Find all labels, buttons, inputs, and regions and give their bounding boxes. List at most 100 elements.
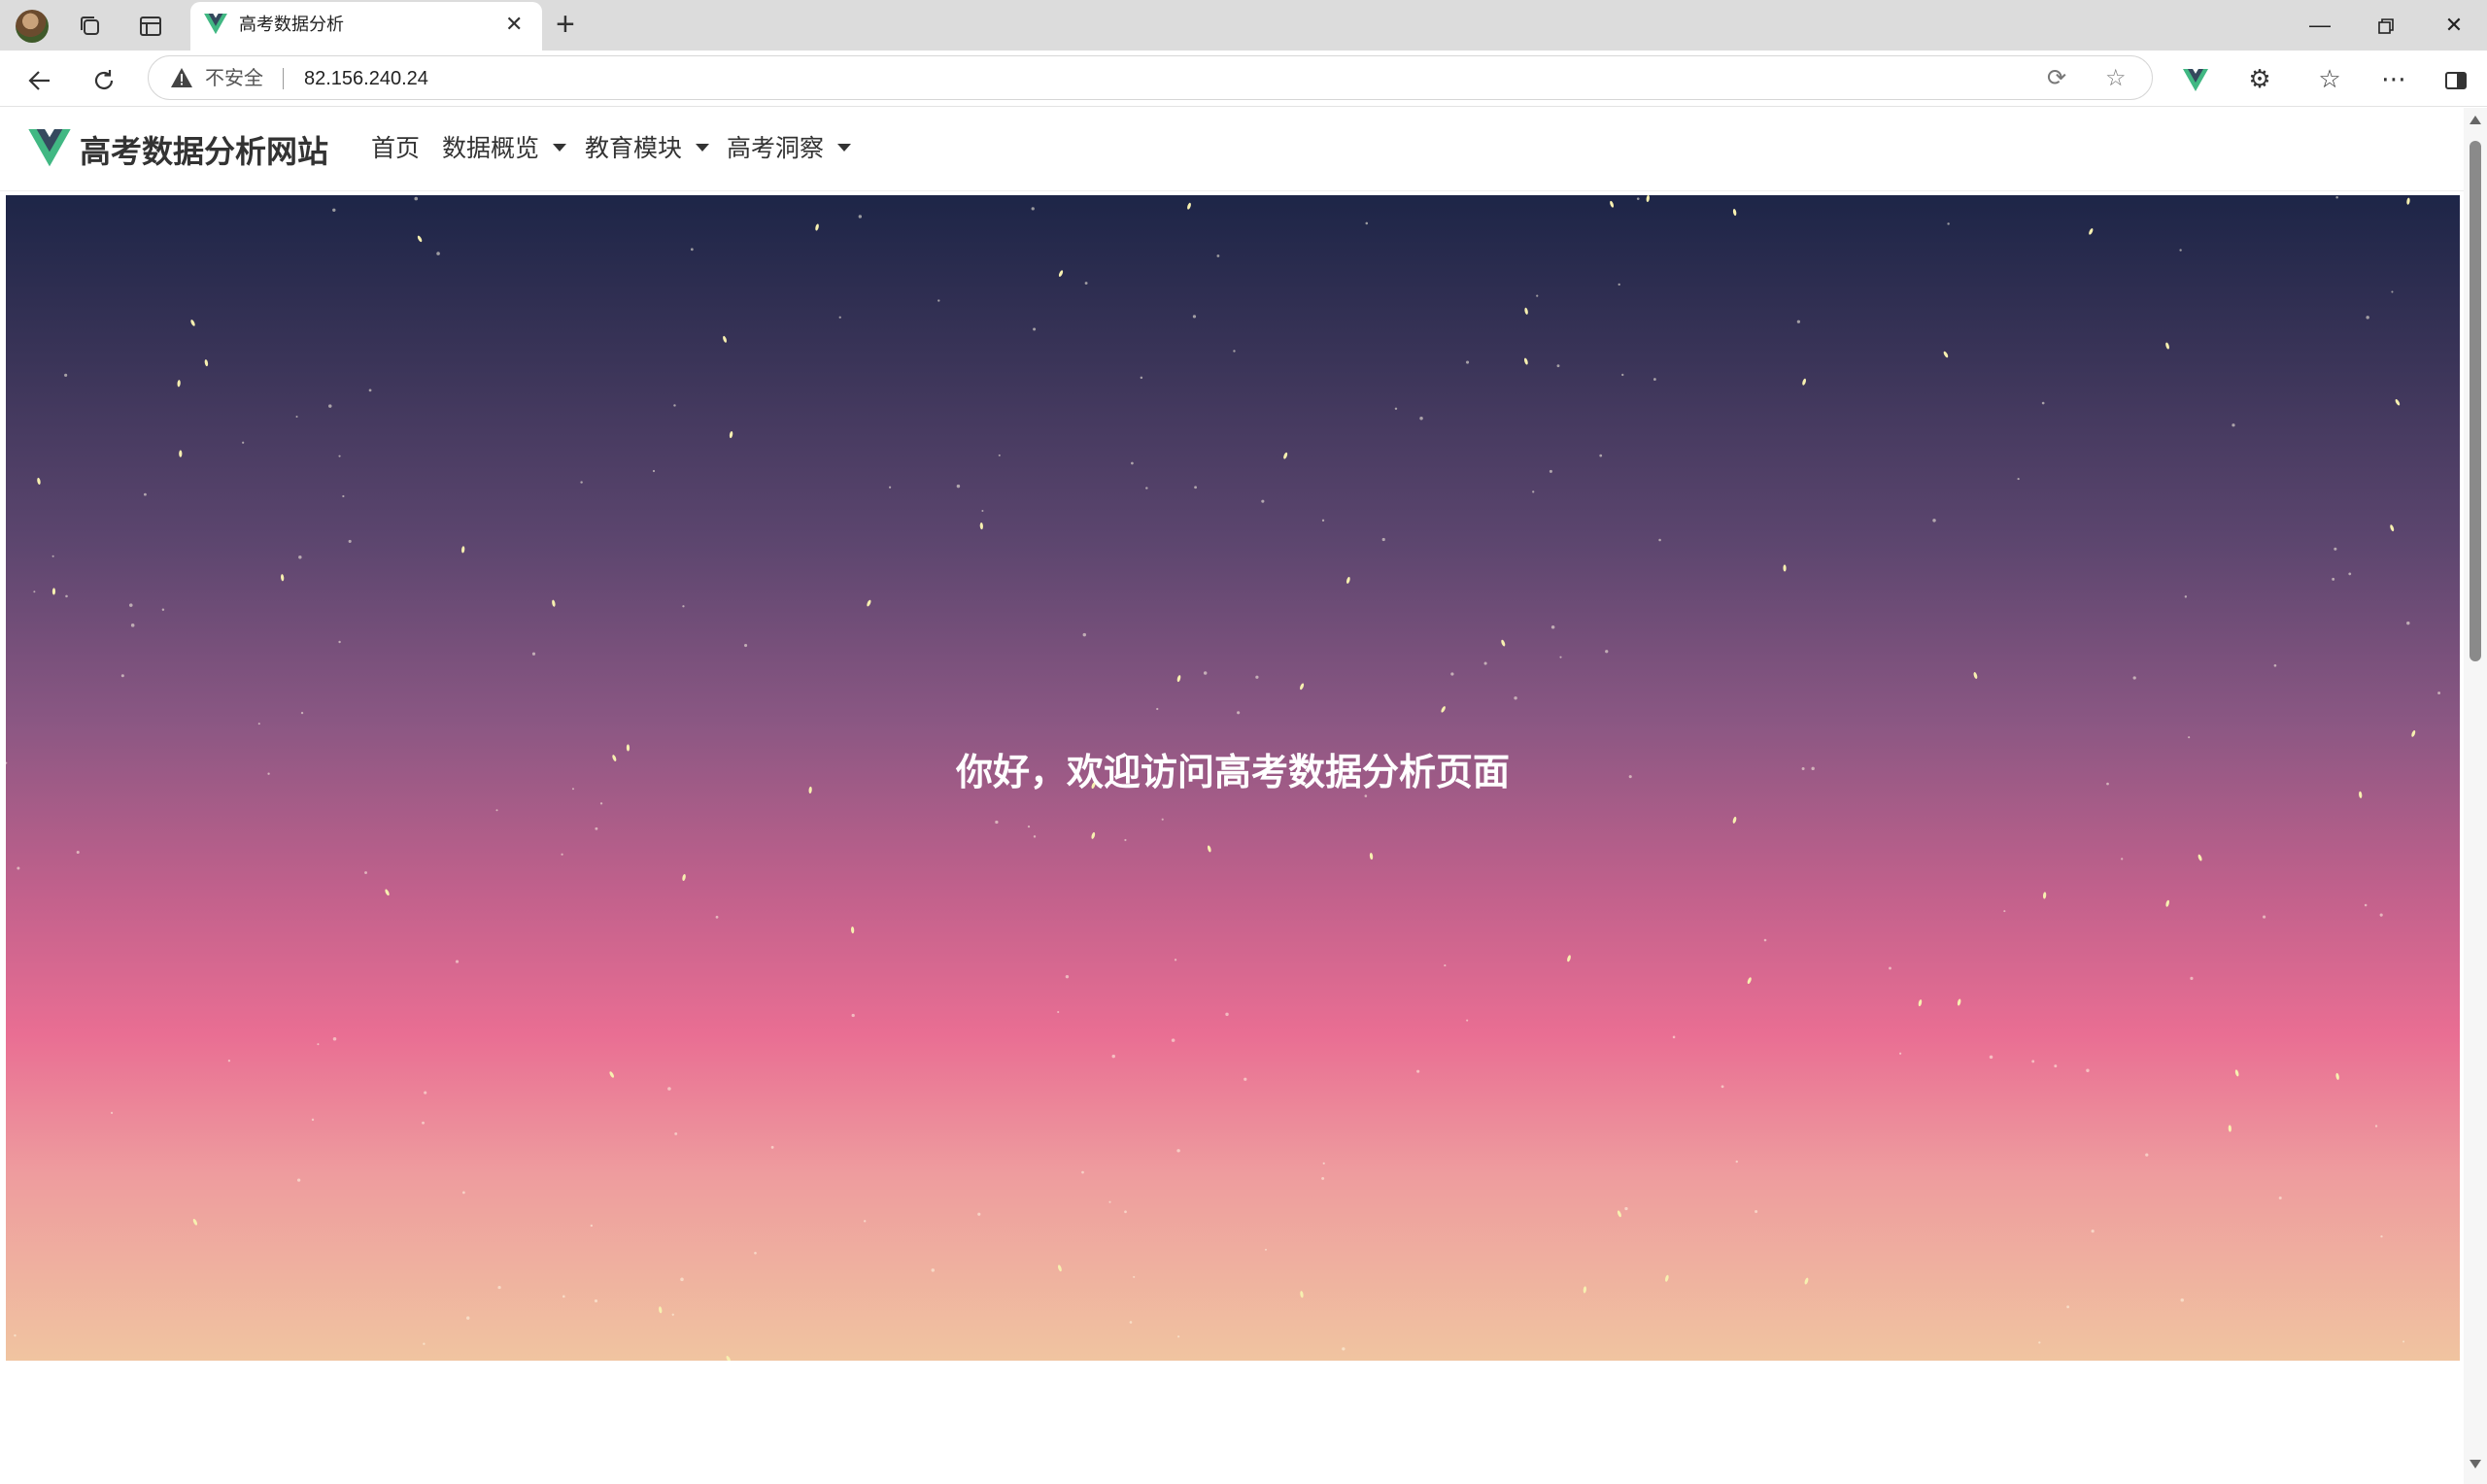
nav-insight-dropdown[interactable]: 高考洞察	[727, 133, 852, 164]
vue-devtools-extension-icon[interactable]	[2176, 64, 2215, 93]
star	[2406, 621, 2410, 625]
star	[2348, 572, 2352, 576]
refresh-icon[interactable]	[84, 58, 124, 99]
star	[2228, 1125, 2231, 1132]
star	[1176, 1149, 1180, 1153]
star	[815, 223, 819, 231]
restore-icon[interactable]	[2357, 8, 2415, 43]
star	[1943, 351, 1949, 358]
star	[1216, 254, 1220, 257]
star	[328, 404, 332, 408]
star	[192, 1218, 198, 1226]
star	[1177, 1335, 1180, 1338]
star	[51, 555, 54, 557]
star	[1264, 1248, 1268, 1251]
star	[497, 1285, 501, 1290]
url-text[interactable]: 82.156.240.24	[304, 67, 428, 90]
star	[1720, 1085, 1724, 1089]
nav-data-overview-dropdown[interactable]: 数据概览	[442, 133, 567, 164]
star	[2364, 903, 2368, 907]
star	[682, 605, 685, 608]
caret-down-icon	[837, 144, 852, 152]
star	[348, 539, 352, 543]
star	[609, 1071, 614, 1078]
window-close-icon[interactable]: ✕	[2425, 8, 2483, 43]
star	[1321, 519, 1325, 523]
star	[680, 1277, 684, 1282]
star	[690, 248, 694, 252]
star	[1057, 1265, 1062, 1272]
star	[143, 492, 147, 496]
star	[1342, 1347, 1346, 1351]
vertical-tabs-icon[interactable]	[136, 12, 165, 41]
scroll-down-arrow-icon[interactable]	[2470, 1460, 2481, 1468]
star	[1081, 1170, 1084, 1174]
star	[1027, 826, 1031, 828]
favorite-star-icon[interactable]: ☆	[2105, 66, 2127, 91]
star	[1618, 283, 1620, 287]
scroll-up-arrow-icon[interactable]	[2470, 116, 2481, 124]
star	[338, 640, 341, 644]
star	[2374, 1125, 2378, 1128]
star	[1450, 672, 1454, 676]
sidebar-toggle-icon[interactable]	[2436, 64, 2475, 93]
star	[673, 404, 676, 407]
page-scrollbar[interactable]	[2464, 108, 2487, 1484]
profile-avatar[interactable]	[16, 10, 49, 43]
star	[179, 450, 183, 457]
star	[1441, 706, 1446, 713]
nav-education-dropdown[interactable]: 教育模块	[585, 133, 710, 164]
star	[1646, 195, 1650, 203]
star	[1665, 1274, 1669, 1282]
star	[2184, 595, 2188, 598]
favorites-icon[interactable]: ☆	[2310, 64, 2349, 93]
browser-tab-strip: 高考数据分析 ✕ + — ✕	[0, 0, 2487, 51]
nav-home[interactable]: 首页	[371, 133, 420, 164]
star	[461, 1191, 465, 1195]
star	[867, 599, 871, 607]
nav-insight-label: 高考洞察	[727, 135, 825, 162]
star	[368, 388, 372, 392]
star	[754, 1251, 757, 1255]
star	[726, 1356, 732, 1361]
star	[1058, 270, 1064, 277]
address-bar[interactable]: 不安全 82.156.240.24 ⟳ ☆	[148, 55, 2153, 100]
star	[956, 484, 961, 489]
warning-icon[interactable]	[170, 67, 193, 93]
star	[1550, 624, 1555, 629]
star	[1300, 1291, 1304, 1298]
star	[2395, 399, 2401, 406]
back-icon[interactable]	[19, 58, 60, 99]
read-aloud-icon[interactable]: ⟳	[2047, 66, 2066, 91]
star	[652, 469, 656, 473]
star	[1918, 999, 1923, 1007]
workspaces-icon[interactable]	[76, 12, 105, 41]
extensions-icon[interactable]: ⚙	[2240, 64, 2279, 93]
new-tab-button[interactable]: +	[556, 8, 575, 41]
star	[744, 643, 748, 648]
tab-close-icon[interactable]: ✕	[505, 12, 523, 37]
star	[311, 1118, 315, 1122]
star	[1636, 197, 1640, 200]
star	[723, 335, 727, 343]
more-menu-icon[interactable]: ⋯	[2374, 64, 2413, 93]
security-status[interactable]: 不安全	[205, 67, 263, 90]
star	[298, 556, 302, 559]
star	[2366, 316, 2369, 320]
star	[2041, 401, 2045, 405]
minimize-icon[interactable]: —	[2291, 8, 2349, 43]
star	[385, 889, 390, 896]
star	[2406, 197, 2410, 205]
scroll-thumb[interactable]	[2470, 141, 2481, 661]
star	[1129, 1321, 1133, 1324]
star	[1082, 632, 1087, 637]
star	[37, 477, 41, 485]
star	[2390, 524, 2395, 532]
star	[1261, 499, 1265, 503]
star	[1932, 519, 1936, 523]
star	[977, 1212, 981, 1216]
star	[1171, 1038, 1175, 1042]
star	[2121, 858, 2124, 860]
star	[1804, 1277, 1809, 1285]
star	[1763, 938, 1767, 942]
